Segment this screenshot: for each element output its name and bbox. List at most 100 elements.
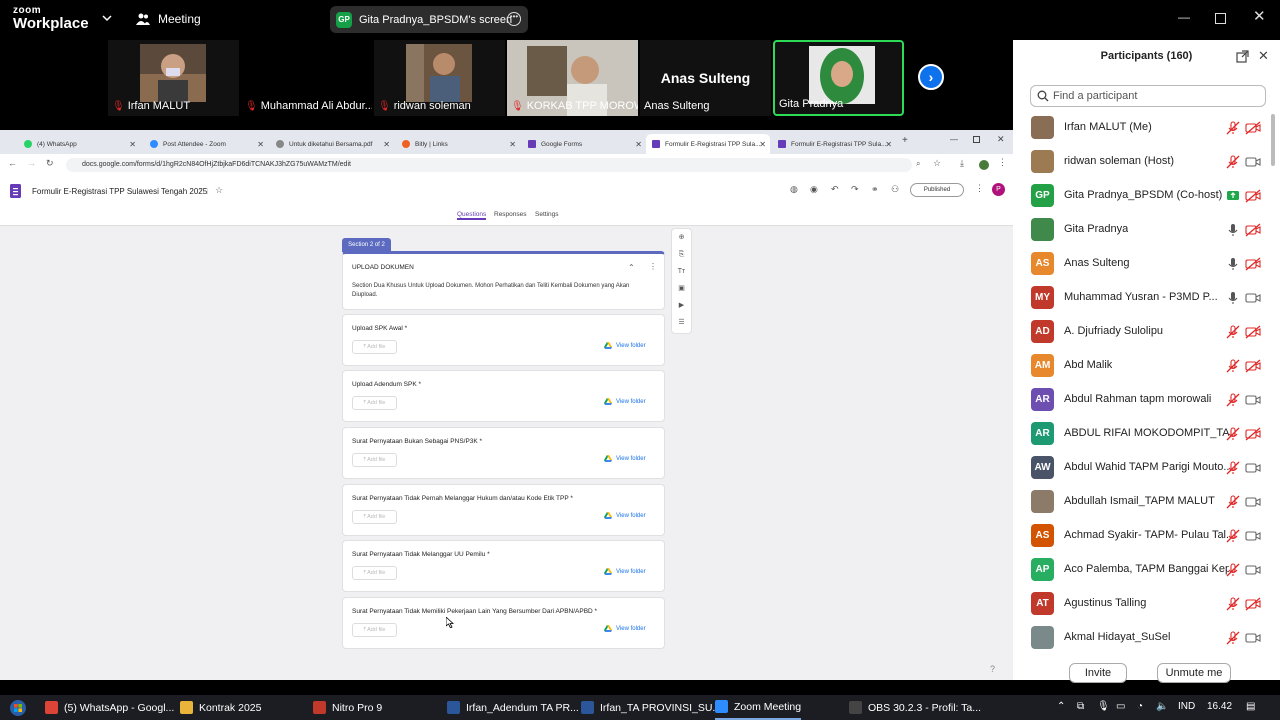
close-tab-icon[interactable]: ✕ <box>257 140 264 149</box>
more-icon[interactable]: ⋮ <box>975 183 984 194</box>
taskbar-app[interactable]: Irfan_TA PROVINSI_SU... <box>581 695 721 720</box>
invite-button[interactable]: Invite <box>1069 663 1127 683</box>
star-icon[interactable]: ☆ <box>215 185 223 196</box>
import-questions-icon[interactable]: ⎘ <box>672 246 691 263</box>
add-file-button[interactable]: ⤒ Add file <box>352 566 397 580</box>
back-icon[interactable]: ← <box>8 158 17 168</box>
preview-icon[interactable]: ◉ <box>810 184 818 195</box>
participant-row[interactable]: AD A. Djufriady Sulolipu <box>1013 315 1280 349</box>
close-tab-icon[interactable]: ✕ <box>635 140 642 149</box>
form-title[interactable]: Formulir E-Registrasi TPP Sulawesi Tenga… <box>32 187 207 196</box>
view-folder-link[interactable]: View folder <box>604 568 646 575</box>
profile-avatar[interactable] <box>979 160 989 170</box>
question-card[interactable]: Surat Pernyataan Bukan Sebagai PNS/P3K *… <box>342 427 665 479</box>
participant-row[interactable]: AR Abdul Rahman tapm morowali <box>1013 383 1280 417</box>
view-folder-link[interactable]: View folder <box>604 512 646 519</box>
participant-row[interactable]: GP Gita Pradnya_BPSDM (Co-host) <box>1013 179 1280 213</box>
add-video-icon[interactable]: ▶ <box>672 297 691 314</box>
battery-icon[interactable]: ▭ <box>1116 701 1125 712</box>
add-file-button[interactable]: ⤒ Add file <box>352 453 397 467</box>
windows-start-icon[interactable] <box>10 700 26 716</box>
collapse-icon[interactable]: ⌃ <box>628 263 635 272</box>
close-tab-icon[interactable]: ✕ <box>759 140 766 149</box>
tab-questions[interactable]: Questions <box>457 211 487 220</box>
taskbar-app[interactable]: Nitro Pro 9 <box>313 695 382 720</box>
pop-out-icon[interactable] <box>1236 50 1249 63</box>
meeting-menu[interactable]: Meeting <box>136 12 201 26</box>
add-file-button[interactable]: ⤒ Add file <box>352 510 397 524</box>
browser-tab[interactable]: Google Forms ✕ <box>522 134 646 154</box>
reload-icon[interactable]: ↻ <box>46 158 54 169</box>
browser-tab-active[interactable]: Formulir E-Registrasi TPP Sula... ✕ <box>646 134 770 154</box>
published-button[interactable]: Published <box>910 183 964 197</box>
participant-row[interactable]: MY Muhammad Yusran - P3MD P... <box>1013 281 1280 315</box>
minimize-icon[interactable]: — <box>950 135 958 144</box>
palette-icon[interactable]: ◍ <box>790 184 798 195</box>
question-card[interactable]: Surat Pernyataan Tidak Pernah Melanggar … <box>342 484 665 536</box>
add-file-button[interactable]: ⤒ Add file <box>352 623 397 637</box>
browser-tab[interactable]: (4) WhatsApp ✕ <box>18 134 140 154</box>
close-icon[interactable]: ✕ <box>1253 7 1266 25</box>
participant-row[interactable]: AT Agustinus Talling <box>1013 587 1280 621</box>
video-tile-korkab[interactable]: 🎙KORKAB TPP MOROW... <box>507 40 638 116</box>
add-section-icon[interactable]: ☰ <box>672 314 691 331</box>
close-tab-icon[interactable]: ✕ <box>885 140 892 149</box>
taskbar-app[interactable]: OBS 30.2.3 - Profil: Ta... <box>849 695 981 720</box>
participant-row[interactable]: AW Abdul Wahid TAPM Parigi Mouto... <box>1013 451 1280 485</box>
add-file-button[interactable]: ⤒ Add file <box>352 340 397 354</box>
tab-responses[interactable]: Responses <box>494 211 527 218</box>
view-folder-link[interactable]: View folder <box>604 625 646 632</box>
user-avatar[interactable]: P <box>992 183 1005 196</box>
add-file-button[interactable]: ⤒ Add file <box>352 396 397 410</box>
maximize-icon[interactable] <box>973 136 980 143</box>
tab-settings[interactable]: Settings <box>535 211 559 218</box>
question-card[interactable]: Surat Pernyataan Tidak Memiliki Pekerjaa… <box>342 597 665 649</box>
more-icon[interactable]: ⋮ <box>649 262 657 271</box>
participant-row[interactable]: Akmal Hidayat_SuSel <box>1013 621 1280 655</box>
show-hidden-icons[interactable]: ⌃ <box>1057 701 1065 712</box>
next-page-button[interactable]: › <box>918 64 944 90</box>
participant-row[interactable]: AM Abd Malik <box>1013 349 1280 383</box>
maximize-icon[interactable] <box>1215 13 1226 24</box>
participant-row[interactable]: Irfan MALUT (Me) <box>1013 111 1280 145</box>
microphone-icon[interactable]: 🎙 <box>1097 701 1110 712</box>
notifications-icon[interactable]: ▤ <box>1246 701 1255 712</box>
taskbar-app[interactable]: Kontrak 2025 <box>180 695 261 720</box>
close-tab-icon[interactable]: ✕ <box>509 140 516 149</box>
forward-icon[interactable]: → <box>27 158 36 168</box>
url-field[interactable]: docs.google.com/forms/d/1hgR2cN84OfHjZtb… <box>66 158 912 172</box>
video-tile-ridwan[interactable]: 🎙 ridwan soleman <box>374 40 505 116</box>
new-tab-icon[interactable]: + <box>902 135 908 146</box>
add-title-icon[interactable]: Tт <box>672 263 691 280</box>
participant-row[interactable]: Abdullah Ismail_TAPM MALUT <box>1013 485 1280 519</box>
browser-tab[interactable]: Bitly | Links ✕ <box>396 134 520 154</box>
video-tile-gita[interactable]: Gita Pradnya <box>773 40 904 116</box>
volume-icon[interactable]: 🔈 <box>1156 701 1168 712</box>
question-card[interactable]: Upload SPK Awal * ⤒ Add file View folder <box>342 314 665 366</box>
network-icon[interactable]: ◔ <box>1137 701 1143 712</box>
taskbar-app[interactable]: Zoom Meeting <box>715 695 802 720</box>
participant-search-input[interactable]: Find a participant <box>1030 85 1266 107</box>
star-icon[interactable]: ☆ <box>933 158 941 169</box>
taskbar-app[interactable]: (5) WhatsApp - Googl... <box>45 695 174 720</box>
more-options-icon[interactable]: ••• <box>507 12 521 26</box>
help-icon[interactable]: ? <box>990 664 995 674</box>
clock[interactable]: 16.42 <box>1207 701 1232 712</box>
close-tab-icon[interactable]: ✕ <box>383 140 390 149</box>
question-card[interactable]: Upload Adendum SPK * ⤒ Add file View fol… <box>342 370 665 422</box>
participant-row[interactable]: AP Aco Palemba, TAPM Banggai Kep... <box>1013 553 1280 587</box>
unmute-me-button[interactable]: Unmute me <box>1157 663 1231 683</box>
download-icon[interactable]: ⤓ <box>960 158 964 169</box>
folder-icon[interactable]: 🗀 <box>200 186 208 200</box>
view-folder-link[interactable]: View folder <box>604 455 646 462</box>
browser-tab[interactable]: Post Attendee - Zoom ✕ <box>144 134 268 154</box>
close-icon[interactable]: ✕ <box>997 134 1005 145</box>
browser-tab[interactable]: Formulir E-Registrasi TPP Sula... ✕ <box>772 134 896 154</box>
shared-screen-pill[interactable]: GP Gita Pradnya_BPSDM's screen ••• <box>330 6 528 33</box>
participant-row[interactable]: Gita Pradnya <box>1013 213 1280 247</box>
video-tile-muhammad[interactable]: 🎙 Muhammad Ali Abdur... <box>241 40 372 116</box>
view-folder-link[interactable]: View folder <box>604 398 646 405</box>
video-tile-irfan[interactable]: 🎙 Irfan MALUT <box>108 40 239 116</box>
participant-row[interactable]: AS Achmad Syakir- TAPM- Pulau Tal... <box>1013 519 1280 553</box>
redo-icon[interactable]: ↷ <box>851 184 859 195</box>
